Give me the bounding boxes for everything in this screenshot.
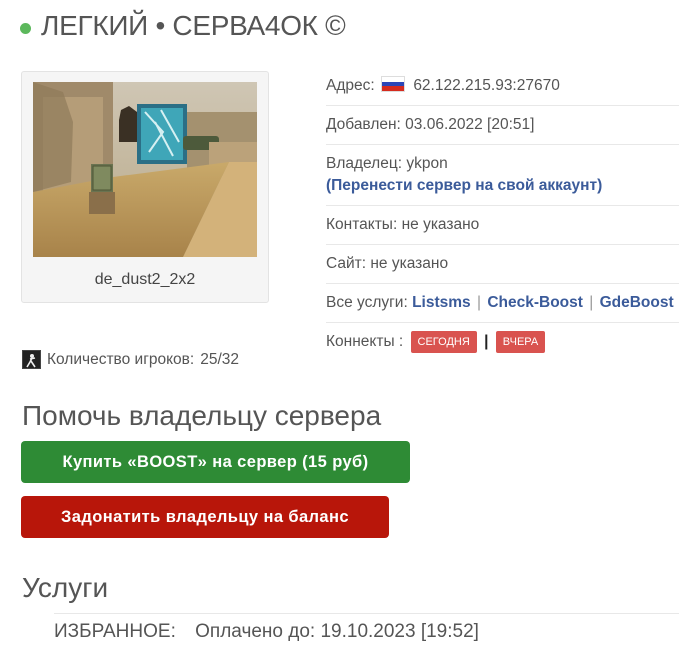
players-value: 25/32 (200, 350, 240, 368)
map-name: de_dust2_2x2 (94, 271, 196, 288)
address-row: Адрес: 62.122.215.93:27670 (326, 67, 679, 106)
service-link-check-boost[interactable]: Check-Boost (487, 294, 583, 311)
russia-flag-icon (381, 76, 405, 92)
added-label: Добавлен: (326, 116, 401, 133)
donate-owner-button[interactable]: Задонатить владельцу на баланс (21, 496, 389, 538)
server-title: ЛЕГКИЙ • СЕРВА4ОК © (20, 10, 346, 42)
server-info: Адрес: 62.122.215.93:27670 Добавлен: 03.… (326, 67, 679, 361)
service-item-name: ИЗБРАННОЕ: (54, 621, 176, 642)
site-label: Сайт: (326, 255, 367, 272)
connects-row: Коннекты : СЕГОДНЯ | ВЧЕРА (326, 323, 679, 361)
server-name: ЛЕГКИЙ • СЕРВА4ОК © (41, 10, 346, 41)
players-label: Количество игроков: (47, 350, 195, 368)
services-label: Все услуги: (326, 294, 408, 311)
services-heading: Услуги (22, 572, 109, 603)
connects-separator: | (484, 333, 489, 351)
services-separator: | (589, 294, 594, 311)
owner-label: Владелец: (326, 155, 403, 172)
buy-boost-button[interactable]: Купить «BOOST» на сервер (15 руб) (21, 441, 410, 483)
connects-label: Коннекты : (326, 333, 404, 351)
map-screenshot (33, 82, 257, 257)
owner-row: Владелец: ykpon (Перенести сервер на сво… (326, 145, 679, 206)
status-dot-icon (20, 22, 31, 34)
help-owner-heading: Помочь владельцу сервера (22, 400, 382, 431)
address-value[interactable]: 62.122.215.93:27670 (413, 77, 560, 94)
contacts-row: Контакты: не указано (326, 206, 679, 245)
contacts-label: Контакты: (326, 216, 398, 233)
site-row: Сайт: не указано (326, 245, 679, 284)
service-link-listsms[interactable]: Listsms (412, 294, 471, 311)
connects-today-button[interactable]: СЕГОДНЯ (410, 331, 477, 353)
services-row: Все услуги: Listsms | Check-Boost | GdeB… (326, 284, 679, 323)
added-row: Добавлен: 03.06.2022 [20:51] (326, 106, 679, 145)
owner-value: ykpon (406, 155, 448, 172)
service-item-status: Оплачено до: 19.10.2023 [19:52] (195, 621, 479, 642)
services-separator: | (476, 294, 482, 311)
map-image (33, 82, 257, 257)
site-value: не указано (370, 255, 449, 272)
address-label: Адрес: (326, 77, 375, 94)
map-card: de_dust2_2x2 (21, 71, 269, 303)
connects-yesterday-button[interactable]: ВЧЕРА (495, 331, 546, 353)
service-item-favorites: ИЗБРАННОЕ: Оплачено до: 19.10.2023 [19:5… (54, 621, 479, 643)
contacts-value: не указано (401, 216, 480, 233)
services-divider (54, 613, 679, 614)
service-link-gdeboost[interactable]: GdeBoost (600, 294, 674, 311)
players-count: Количество игроков: 25/32 (22, 350, 239, 369)
added-value: 03.06.2022 [20:51] (405, 116, 535, 133)
transfer-server-link[interactable]: (Перенести сервер на свой аккаунт) (326, 177, 602, 194)
player-icon (22, 350, 41, 369)
